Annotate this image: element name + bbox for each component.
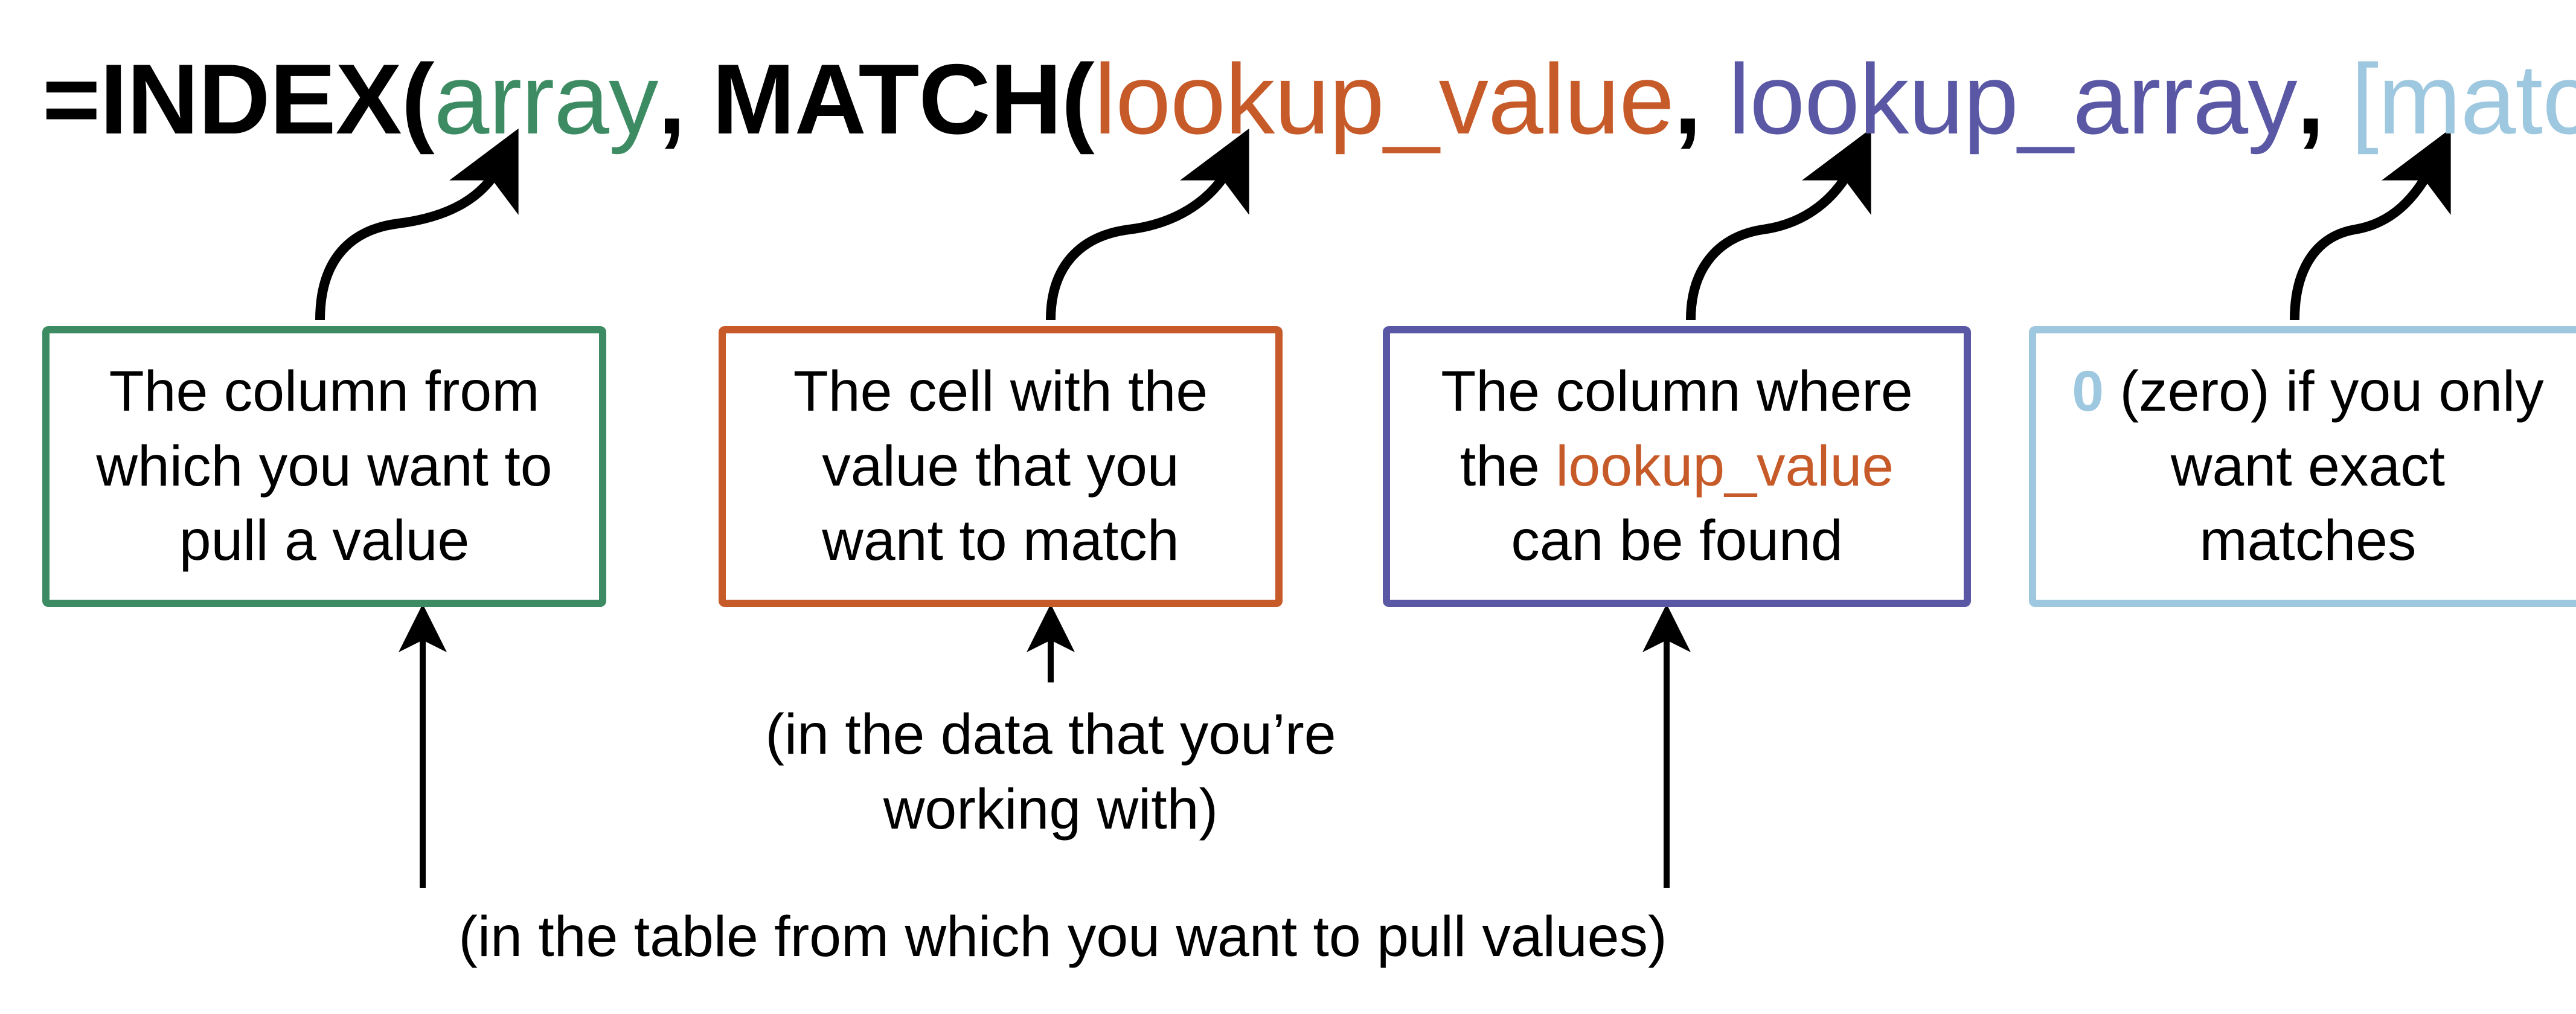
formula-line: =INDEX(array, MATCH(lookup_value, lookup… (42, 42, 2576, 156)
diagram-canvas: =INDEX(array, MATCH(lookup_value, lookup… (0, 0, 2576, 1014)
callout-match-type: 0 (zero) if you only want exact matches (2029, 326, 2576, 607)
formula-lookup-value: lookup_value (1094, 43, 1674, 155)
callout-lookup-array-line2b: lookup_value (1556, 434, 1894, 498)
callout-match-type-zero: 0 (2072, 359, 2104, 423)
arrow-array (320, 163, 501, 320)
formula-comma2: , (1674, 43, 1728, 155)
caption-working-with-line1: (in the data that you’re (765, 702, 1336, 766)
callout-match-type-line3: matches (2199, 509, 2416, 573)
caption-working-with-line2: working with) (883, 777, 1218, 841)
callout-array-line2: which you want to (96, 434, 552, 498)
formula-match-type: [match_type] (2351, 43, 2576, 155)
callout-lookup-array: The column where the lookup_value can be… (1383, 326, 1971, 607)
callout-lookup-value-line3: want to match (822, 509, 1179, 573)
formula-index: INDEX( (100, 43, 434, 155)
callout-lookup-array-line3: can be found (1511, 509, 1842, 573)
formula-array: array (434, 43, 658, 155)
callout-match-type-line1b: (zero) if you only (2104, 359, 2544, 423)
callout-lookup-value: The cell with the value that you want to… (719, 326, 1283, 607)
caption-pull-values: (in the table from which you want to pul… (338, 900, 1787, 975)
callout-array-line1: The column from (109, 359, 540, 423)
callout-lookup-value-line1: The cell with the (793, 359, 1208, 423)
callout-lookup-value-line2: value that you (822, 434, 1179, 498)
caption-pull-values-text: (in the table from which you want to pul… (458, 905, 1667, 969)
formula-comma1: , (658, 43, 713, 155)
callout-lookup-array-line2a: the (1460, 434, 1556, 498)
arrow-lookup-array (1691, 163, 1854, 320)
formula-eq: = (42, 43, 100, 155)
formula-comma3: , (2297, 43, 2351, 155)
formula-lookup-array: lookup_array (1728, 43, 2297, 155)
formula-match: MATCH( (712, 43, 1094, 155)
arrow-match-type (2295, 163, 2433, 320)
callout-array: The column from which you want to pull a… (42, 326, 606, 607)
arrow-lookup-value (1051, 163, 1232, 320)
caption-working-with: (in the data that you’re working with) (713, 698, 1389, 847)
callout-lookup-array-line1: The column where (1441, 359, 1912, 423)
callout-array-line3: pull a value (179, 509, 470, 573)
callout-match-type-line2: want exact (2171, 434, 2445, 498)
